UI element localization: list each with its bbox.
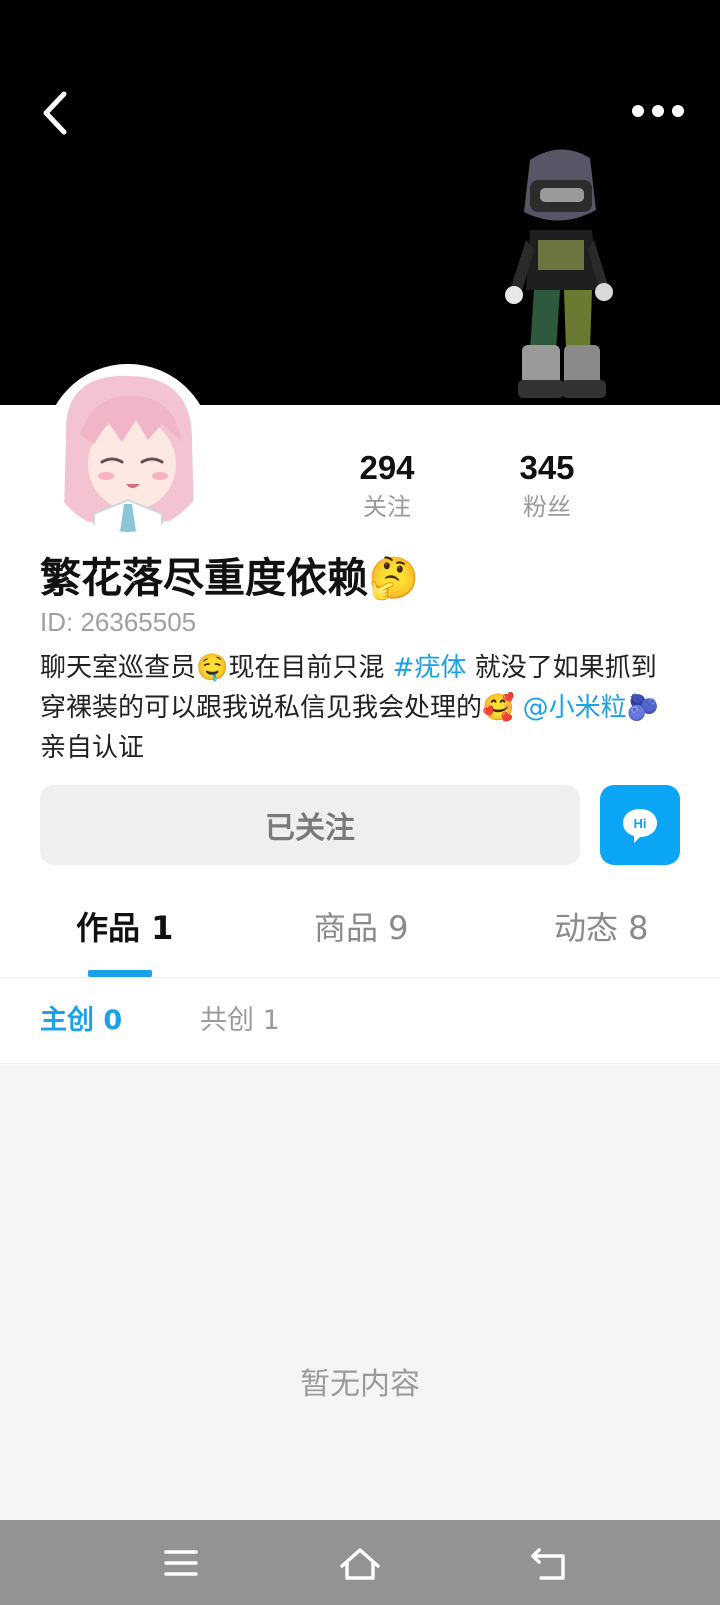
more-button[interactable] [628, 96, 688, 126]
subtab-main-creator[interactable]: 主创 0 [40, 1002, 122, 1040]
profile-bio: 聊天室巡查员🤤现在目前只混 #疣体 就没了如果抓到穿裸装的可以跟我说私信见我会处… [40, 648, 680, 768]
chat-hi-label: Hi [634, 816, 647, 831]
bio-text: 亲自认证 [40, 733, 145, 763]
fans-stat[interactable]: 345 粉丝 [487, 448, 607, 524]
back-button[interactable] [36, 88, 76, 138]
works-subtabs: 主创 0 共创 1 [0, 978, 720, 1064]
bio-mention-link[interactable]: @小米粒🫐 [523, 693, 659, 723]
bio-text: 聊天室巡查员🤤现在目前只混 [40, 653, 393, 683]
followed-button[interactable]: 已关注 [40, 785, 580, 865]
works-content-area: 暂无内容 [0, 1065, 720, 1520]
subtab-co-creator[interactable]: 共创 1 [200, 1002, 280, 1040]
empty-state-text: 暂无内容 [300, 1367, 420, 1402]
chevron-left-icon [43, 91, 67, 135]
character-illustration [505, 149, 613, 398]
following-stat[interactable]: 294 关注 [327, 448, 447, 524]
profile-nickname: 繁花落尽重度依赖🤔 [40, 554, 420, 602]
home-button[interactable] [337, 1540, 383, 1586]
content-tabs: 作品 1 商品 9 动态 8 [0, 890, 720, 978]
profile-banner [0, 0, 720, 405]
following-count: 294 [359, 449, 415, 486]
home-icon [340, 1548, 380, 1580]
tab-goods[interactable]: 商品 9 [314, 906, 409, 950]
system-back-button[interactable] [527, 1540, 573, 1586]
following-label: 关注 [363, 493, 411, 521]
more-horizontal-icon [632, 105, 684, 117]
return-icon [531, 1548, 565, 1580]
menu-button[interactable] [158, 1540, 204, 1586]
fans-label: 粉丝 [523, 493, 571, 521]
fans-count: 345 [519, 449, 575, 486]
tab-moments[interactable]: 动态 8 [554, 906, 649, 950]
bio-hashtag-link[interactable]: #疣体 [393, 653, 467, 683]
tab-works[interactable]: 作品 1 [76, 906, 173, 950]
chat-bubble-icon: Hi [623, 809, 657, 843]
message-button[interactable]: Hi [600, 785, 680, 865]
system-nav-bar [0, 1520, 720, 1605]
active-tab-indicator [88, 970, 152, 977]
profile-id: ID: 26365505 [40, 607, 197, 637]
avatar[interactable] [44, 364, 212, 532]
menu-icon [164, 1550, 198, 1576]
